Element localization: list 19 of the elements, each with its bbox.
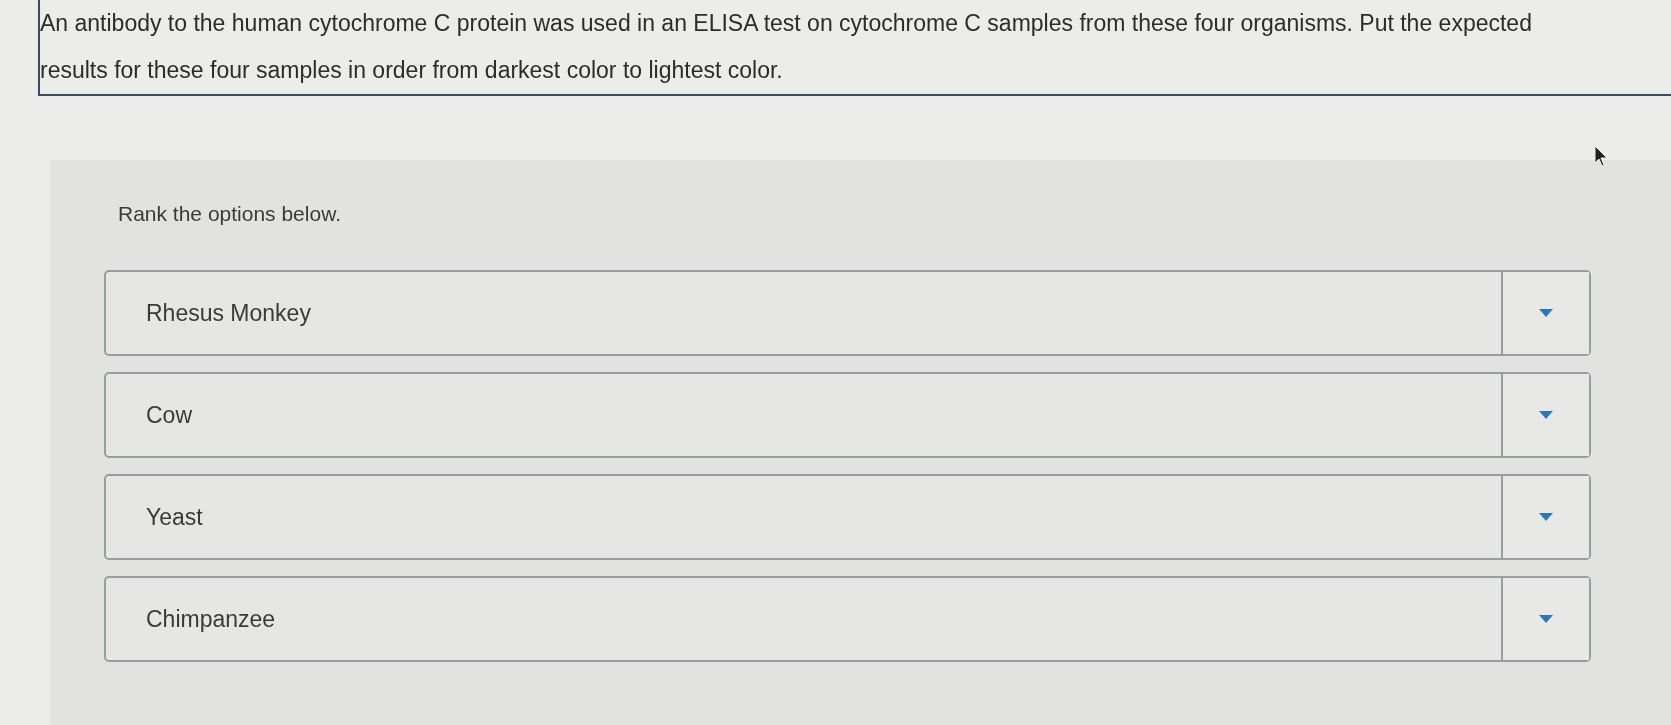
- rank-option[interactable]: Rhesus Monkey: [104, 270, 1591, 356]
- caret-icon: [1539, 615, 1553, 623]
- rank-dropdown[interactable]: [1501, 272, 1589, 354]
- option-label: Chimpanzee: [145, 604, 277, 634]
- caret-icon: [1539, 513, 1553, 521]
- option-label: Rhesus Monkey: [145, 298, 312, 328]
- option-label: Cow: [145, 400, 193, 430]
- rank-option[interactable]: Cow: [104, 372, 1591, 458]
- caret-icon: [1539, 411, 1553, 419]
- instruction-text: Rank the options below.: [118, 202, 341, 226]
- rank-dropdown[interactable]: [1501, 476, 1589, 558]
- rank-dropdown[interactable]: [1501, 374, 1589, 456]
- caret-icon: [1539, 309, 1553, 317]
- option-label: Yeast: [145, 502, 204, 532]
- rank-dropdown[interactable]: [1501, 578, 1589, 660]
- rank-option[interactable]: Yeast: [104, 474, 1591, 560]
- question-text: An antibody to the human cytochrome C protein was used in an ELISA test on cytochrome C samples from these four organisms. Put the expected results for these four samples in order from darkest color to lightest color.: [40, 9, 1533, 85]
- mouse-cursor-icon: [1594, 145, 1608, 167]
- rank-option[interactable]: Chimpanzee: [104, 576, 1591, 662]
